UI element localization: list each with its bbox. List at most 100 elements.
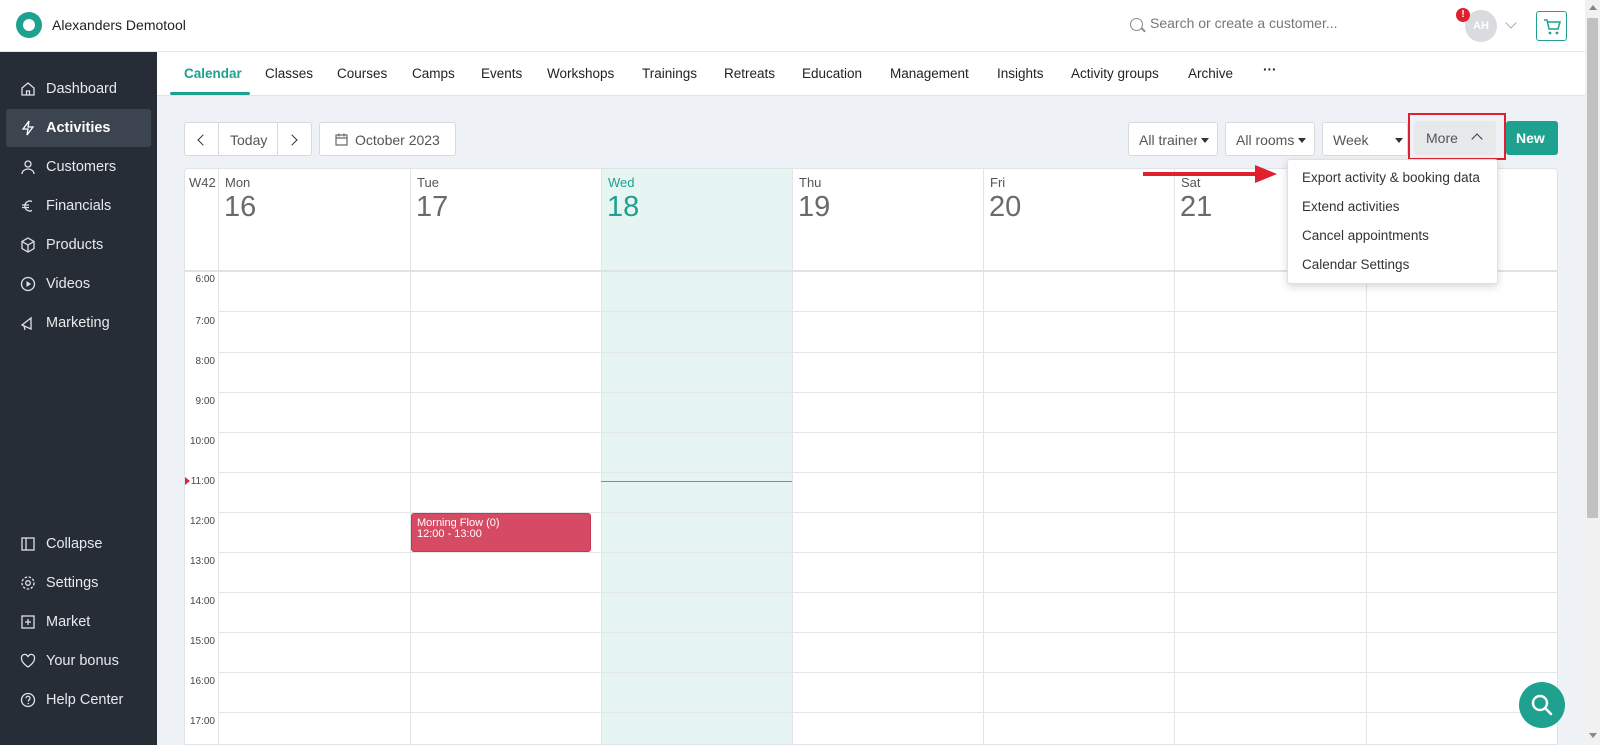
app-logo[interactable] <box>16 12 42 38</box>
sidebar-item-products[interactable]: Products <box>6 226 151 264</box>
gear-icon <box>21 576 35 590</box>
caret-down-icon <box>1395 138 1403 143</box>
hour-label: 9:00 <box>195 396 215 407</box>
tab-classes[interactable]: Classes <box>265 66 313 81</box>
sidebar-item-help-center[interactable]: Help Center <box>6 681 151 719</box>
day-number: 21 <box>1180 191 1213 223</box>
sidebar-item-label: Dashboard <box>46 81 117 97</box>
annotation-highlight-box <box>1408 113 1506 160</box>
alert-badge: ! <box>1456 8 1470 22</box>
today-button[interactable]: Today <box>218 122 278 156</box>
tab-management[interactable]: Management <box>890 66 969 81</box>
week-number: W42 <box>189 175 216 190</box>
tab-trainings[interactable]: Trainings <box>642 66 697 81</box>
room-filter-select[interactable]: All rooms <box>1225 122 1315 156</box>
prev-week-button[interactable] <box>184 122 219 156</box>
sidebar-item-label: Help Center <box>46 692 124 708</box>
megaphone-icon <box>20 316 32 331</box>
sidebar-item-settings[interactable]: Settings <box>6 564 151 602</box>
sidebar-item-collapse[interactable]: Collapse <box>6 525 151 563</box>
tab-activity-groups[interactable]: Activity groups <box>1071 66 1159 81</box>
view-label: Week <box>1333 132 1369 148</box>
chevron-right-icon <box>286 134 298 146</box>
euro-icon <box>22 200 33 212</box>
tab-camps[interactable]: Camps <box>412 66 455 81</box>
scroll-up-arrow[interactable] <box>1589 5 1597 10</box>
more-tabs-button[interactable]: ··· <box>1263 62 1277 77</box>
page-scrollbar[interactable] <box>1585 0 1600 745</box>
sidebar-item-activities[interactable]: Activities <box>6 109 151 147</box>
hour-label: 13:00 <box>189 556 215 567</box>
chevron-down-icon[interactable] <box>1505 17 1517 29</box>
hour-label: 15:00 <box>189 636 215 647</box>
today-label: Today <box>230 132 268 148</box>
day-number: 19 <box>798 191 831 223</box>
menu-item-extend[interactable]: Extend activities <box>1302 199 1400 214</box>
trainer-filter-label: All trainers <box>1139 132 1197 148</box>
hour-label: 14:00 <box>189 596 215 607</box>
play-icon <box>20 276 36 292</box>
home-icon <box>21 82 35 96</box>
sidebar-item-dashboard[interactable]: Dashboard <box>6 70 151 108</box>
cart-icon <box>1544 19 1561 35</box>
date-picker-button[interactable]: October 2023 <box>319 122 456 156</box>
sidebar-item-label: Videos <box>46 276 91 292</box>
current-time-marker <box>185 477 190 485</box>
sidebar-item-label: Marketing <box>46 315 110 331</box>
view-select[interactable]: Week <box>1322 122 1408 156</box>
heart-icon <box>20 653 36 668</box>
scroll-down-arrow[interactable] <box>1589 733 1597 738</box>
tab-retreats[interactable]: Retreats <box>724 66 775 81</box>
tab-courses[interactable]: Courses <box>337 66 387 81</box>
question-icon <box>20 692 36 708</box>
sidebar-item-financials[interactable]: Financials <box>6 187 151 225</box>
calendar-event[interactable]: Morning Flow (0) 12:00 - 13:00 <box>411 513 591 552</box>
search-icon <box>1130 18 1143 31</box>
tab-workshops[interactable]: Workshops <box>547 66 614 81</box>
caret-down-icon <box>1201 138 1209 143</box>
sidebar-item-label: Products <box>46 237 104 253</box>
menu-item-export[interactable]: Export activity & booking data <box>1302 170 1480 185</box>
chevron-left-icon <box>197 134 209 146</box>
day-number: 20 <box>989 191 1022 223</box>
tab-archive[interactable]: Archive <box>1188 66 1233 81</box>
day-name: Thu <box>799 175 822 190</box>
sidebar-item-your-bonus[interactable]: Your bonus <box>6 642 151 680</box>
collapse-icon <box>21 537 35 551</box>
scroll-thumb[interactable] <box>1587 18 1598 518</box>
trainer-filter-select[interactable]: All trainers <box>1128 122 1218 156</box>
hour-label: 8:00 <box>195 356 215 367</box>
app-title: Alexanders Demotool <box>52 17 186 33</box>
box-icon <box>21 237 35 253</box>
day-number: 18 <box>607 191 640 223</box>
day-number: 16 <box>224 191 257 223</box>
day-name: Mon <box>225 175 251 190</box>
tab-insights[interactable]: Insights <box>997 66 1044 81</box>
sidebar-item-label: Financials <box>46 198 112 214</box>
sidebar-item-label: Market <box>46 614 91 630</box>
sidebar-item-videos[interactable]: Videos <box>6 265 151 303</box>
sidebar: Dashboard Activities Customers Financial… <box>0 52 157 745</box>
tab-events[interactable]: Events <box>481 66 522 81</box>
plus-box-icon <box>21 615 35 629</box>
menu-item-calendar-settings[interactable]: Calendar Settings <box>1302 257 1409 272</box>
caret-down-icon <box>1298 138 1306 143</box>
event-time: 12:00 - 13:00 <box>417 528 482 540</box>
tab-education[interactable]: Education <box>802 66 862 81</box>
next-week-button[interactable] <box>277 122 312 156</box>
menu-item-cancel-appointments[interactable]: Cancel appointments <box>1302 228 1429 243</box>
sidebar-item-label: Settings <box>46 575 99 591</box>
day-name: Wed <box>608 175 635 190</box>
cart-button[interactable] <box>1536 11 1567 41</box>
sidebar-item-market[interactable]: Market <box>6 603 151 641</box>
help-chat-button[interactable] <box>1519 682 1565 728</box>
customer-search[interactable] <box>1130 15 1410 37</box>
sidebar-item-customers[interactable]: Customers <box>6 148 151 186</box>
search-input[interactable] <box>1150 15 1400 31</box>
sidebar-item-marketing[interactable]: Marketing <box>6 304 151 342</box>
activity-tabs: Calendar Classes Courses Camps Events Wo… <box>157 52 1585 96</box>
tab-calendar[interactable]: Calendar <box>184 66 242 81</box>
new-button[interactable]: New <box>1506 121 1558 155</box>
sidebar-item-label: Customers <box>46 159 117 175</box>
annotation-arrow <box>1143 165 1277 183</box>
